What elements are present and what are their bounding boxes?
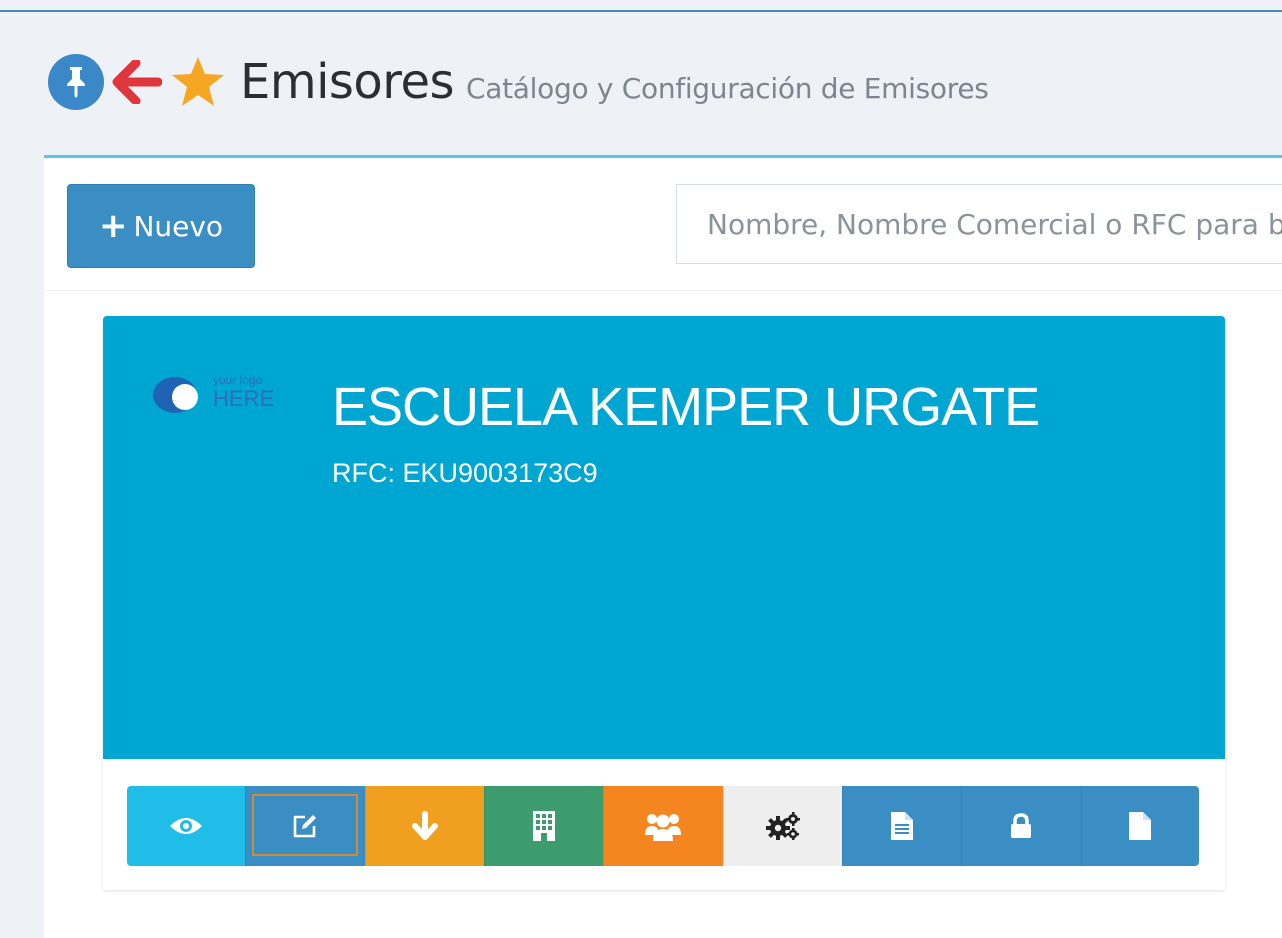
users-button[interactable] <box>603 786 723 866</box>
users-icon <box>645 814 682 841</box>
download-button[interactable] <box>364 786 484 866</box>
lock-button[interactable] <box>961 786 1081 866</box>
blank-document-button[interactable] <box>1080 786 1199 866</box>
search-input[interactable] <box>676 184 1282 264</box>
action-bar <box>127 786 1199 866</box>
pin-icon[interactable] <box>48 54 104 110</box>
file-text-icon <box>891 812 914 840</box>
building-button[interactable] <box>483 786 604 866</box>
document-button[interactable] <box>841 786 962 866</box>
emisores-portlet: + Nuevo your logo HERE ESCUELA KEMPER UR… <box>44 155 1282 938</box>
company-logo: your logo HERE <box>149 368 299 418</box>
arrow-down-icon <box>411 811 438 840</box>
file-icon <box>1129 812 1152 840</box>
back-arrow-icon[interactable] <box>112 60 162 104</box>
top-border <box>0 10 1282 12</box>
company-rfc: RFC: EKU9003173C9 <box>332 458 598 488</box>
company-name: ESCUELA KEMPER URGATE <box>332 377 1040 437</box>
lock-icon <box>1011 813 1032 838</box>
new-button-label: Nuevo <box>133 209 224 243</box>
page-title: Emisores <box>240 54 455 110</box>
toolbar: + Nuevo <box>44 158 1282 291</box>
building-icon <box>533 811 556 841</box>
logo-text-bottom: HERE <box>213 386 274 411</box>
card-banner: your logo HERE ESCUELA KEMPER URGATE RFC… <box>103 316 1225 759</box>
plus-icon: + <box>98 206 128 246</box>
gears-icon <box>765 812 800 840</box>
new-button[interactable]: + Nuevo <box>67 184 255 268</box>
settings-button[interactable] <box>722 786 842 866</box>
page-header: Emisores Catálogo y Configuración de Emi… <box>48 52 989 112</box>
star-icon[interactable] <box>170 55 226 109</box>
view-button[interactable] <box>127 786 246 866</box>
logo-text-top: your logo <box>213 373 263 387</box>
page-subtitle: Catálogo y Configuración de Emisores <box>466 71 989 105</box>
emisor-card: your logo HERE ESCUELA KEMPER URGATE RFC… <box>103 316 1225 890</box>
eye-icon <box>170 818 203 834</box>
edit-button[interactable] <box>245 786 365 866</box>
